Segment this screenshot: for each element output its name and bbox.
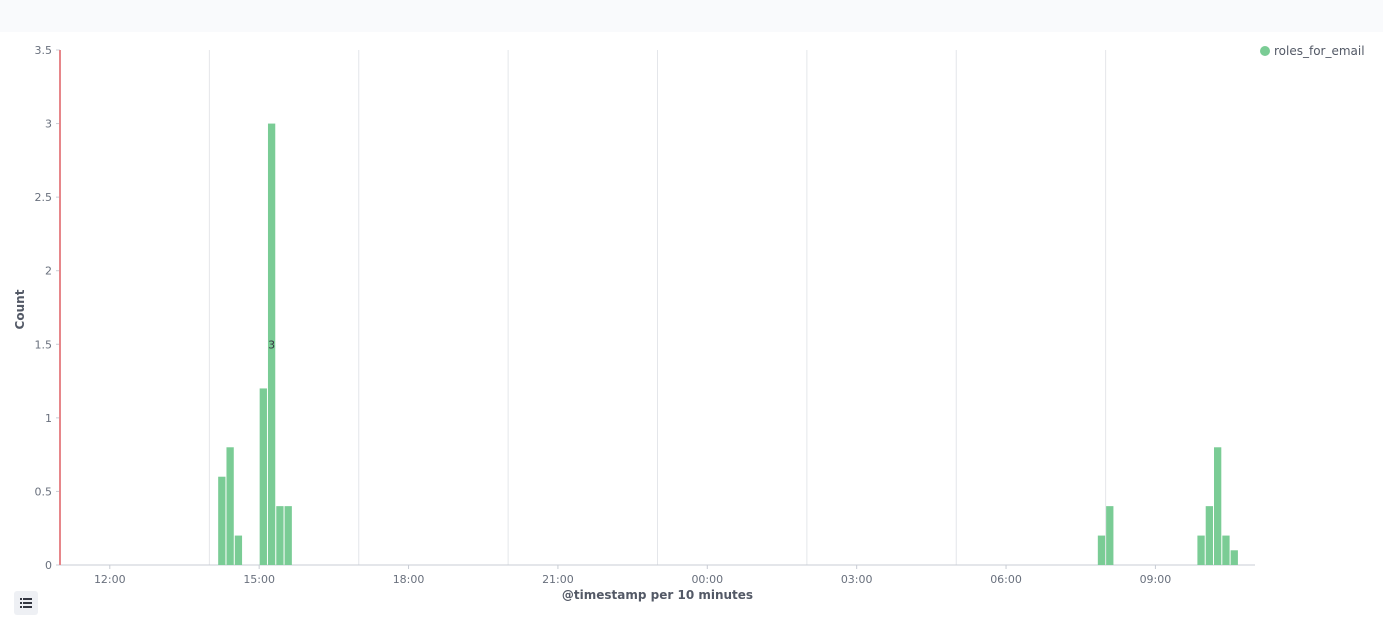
- bar-value-label: 3: [268, 338, 275, 351]
- y-tick-label: 2.5: [35, 191, 53, 204]
- y-tick-label: 3.5: [35, 44, 53, 57]
- histogram-bar: [259, 388, 267, 565]
- x-tick-label: 21:00: [542, 573, 574, 586]
- histogram-chart: 0 0.5 1 1.5 2 2.5 3 3.5 12:00 15:00 18:00 21:00 00:0…: [13, 44, 1255, 602]
- legend-series-label: roles_for_email: [1274, 44, 1365, 58]
- y-tick-label: 1: [45, 412, 52, 425]
- y-axis-title: Count: [13, 289, 27, 329]
- histogram-bar: [218, 476, 226, 565]
- x-tick-label: 12:00: [94, 573, 126, 586]
- x-tick-label: 09:00: [1140, 573, 1172, 586]
- y-tick-label: 2: [45, 265, 52, 278]
- y-tick-label: 0.5: [35, 485, 53, 498]
- histogram-bar: [1222, 535, 1230, 565]
- y-tick-label: 1.5: [35, 338, 53, 351]
- list-icon: [20, 598, 32, 608]
- histogram-bar: [1214, 447, 1222, 565]
- x-axis-title: @timestamp per 10 minutes: [562, 588, 753, 602]
- histogram-bar: [276, 506, 284, 565]
- y-tick-label: 0: [45, 559, 52, 572]
- histogram-bar: [1097, 535, 1106, 565]
- histogram-bar: [284, 506, 292, 565]
- x-tick-label: 00:00: [691, 573, 723, 586]
- legend-toggle-button[interactable]: [14, 591, 38, 615]
- x-tick-label: 06:00: [990, 573, 1022, 586]
- histogram-bar: [234, 535, 243, 565]
- histogram-bar: [1106, 506, 1114, 565]
- histogram-bar: [1197, 535, 1205, 565]
- histogram-bar: [226, 447, 234, 565]
- x-tick-label: 03:00: [841, 573, 873, 586]
- legend-series-dot: [1260, 46, 1270, 56]
- y-tick-label: 3: [45, 118, 52, 131]
- histogram-bar: [1230, 550, 1238, 565]
- x-tick-label: 15:00: [243, 573, 275, 586]
- histogram-bar: [1205, 506, 1214, 565]
- x-tick-label: 18:00: [393, 573, 425, 586]
- legend[interactable]: roles_for_email: [1260, 44, 1365, 58]
